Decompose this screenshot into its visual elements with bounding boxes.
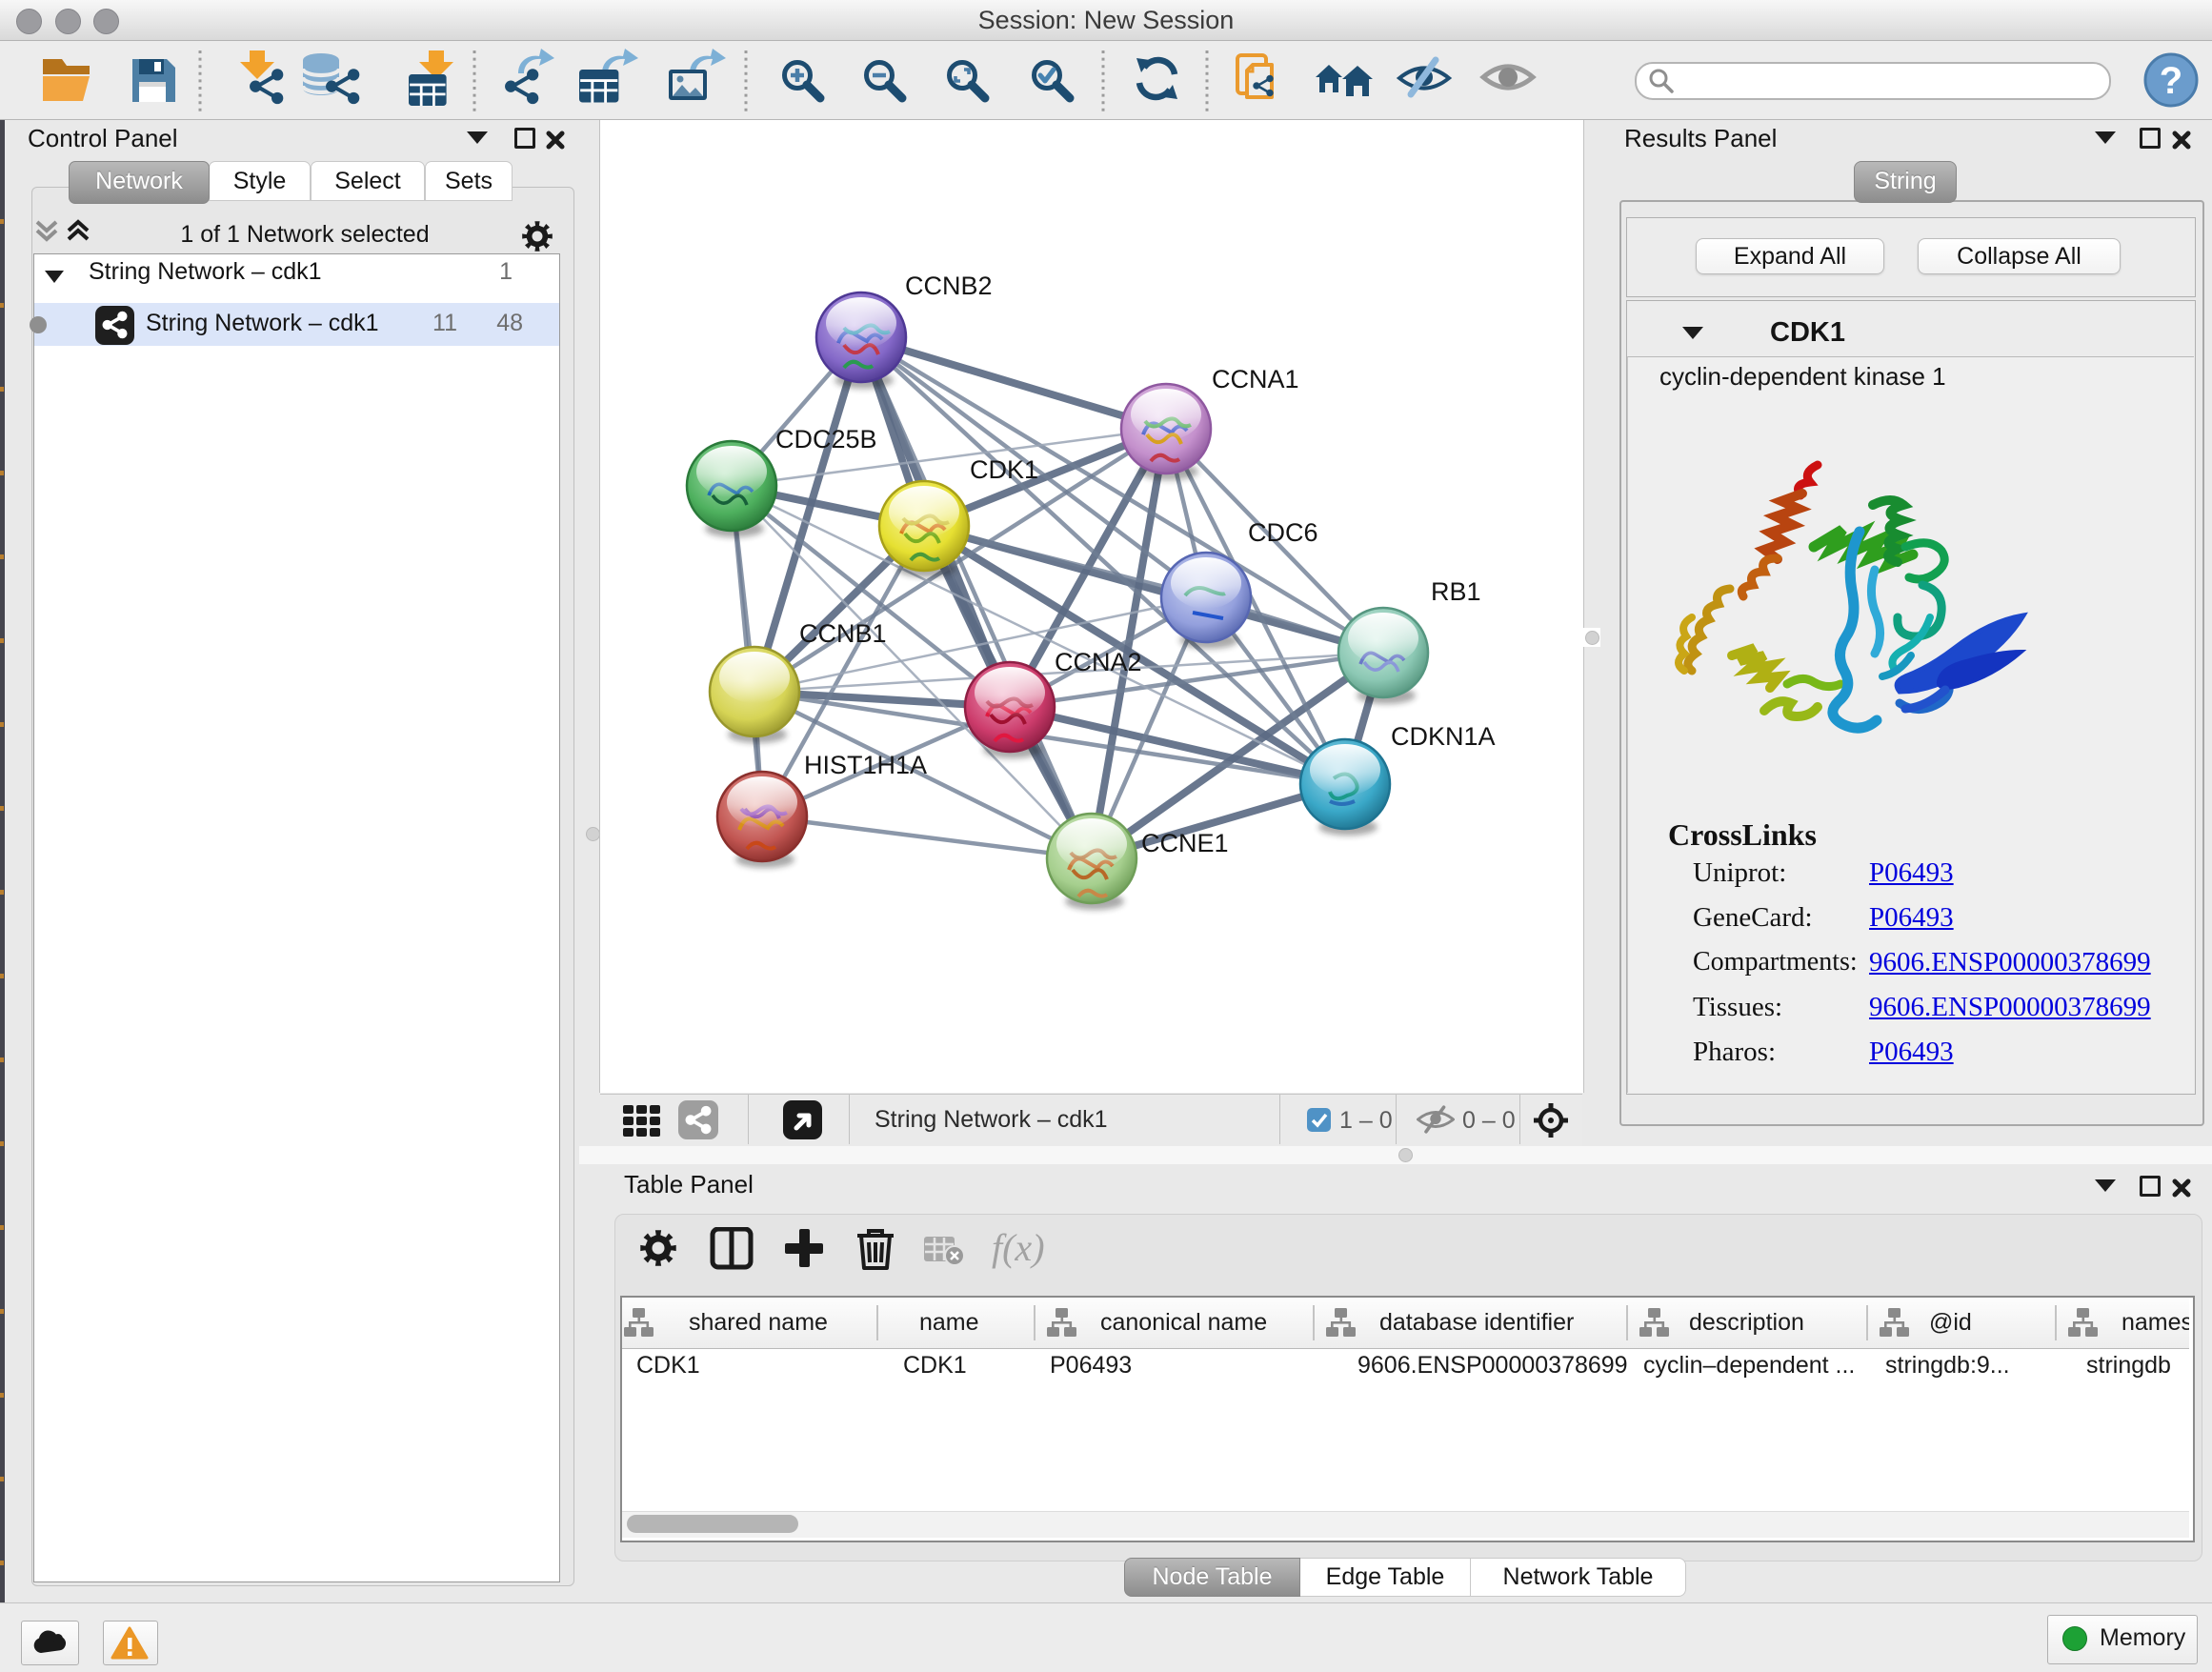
svg-text:CCNA2: CCNA2: [1055, 648, 1142, 676]
svg-text:CCNB2: CCNB2: [905, 272, 993, 300]
svg-text:?: ?: [2160, 60, 2182, 102]
svg-text:CDC6: CDC6: [1248, 518, 1318, 547]
svg-text:@id: @id: [1929, 1309, 1972, 1336]
svg-text:CCNE1: CCNE1: [1141, 829, 1229, 857]
svg-text:canonical name: canonical name: [1100, 1309, 1267, 1336]
svg-text:CDK1: CDK1: [970, 455, 1038, 484]
svg-text:CDKN1A: CDKN1A: [1391, 722, 1496, 751]
svg-text:name: name: [919, 1309, 979, 1336]
svg-text:HIST1H1A: HIST1H1A: [804, 751, 927, 779]
svg-text:CCNB1: CCNB1: [799, 619, 887, 648]
svg-text:CDC25B: CDC25B: [775, 425, 877, 453]
svg-text:shared name: shared name: [689, 1309, 828, 1336]
svg-text:RB1: RB1: [1431, 577, 1481, 606]
svg-text:namespac: namespac: [2122, 1309, 2189, 1336]
svg-text:CCNA1: CCNA1: [1212, 365, 1299, 393]
svg-text:description: description: [1689, 1309, 1804, 1336]
svg-text:database identifier: database identifier: [1379, 1309, 1574, 1336]
